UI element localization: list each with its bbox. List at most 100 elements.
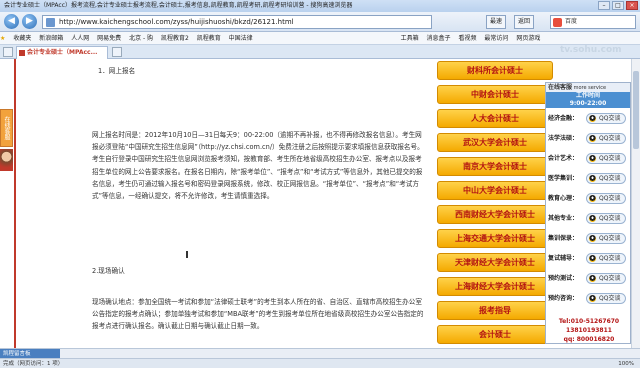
qq-chat-button[interactable]: QQ交谈	[586, 133, 626, 144]
link-button[interactable]: 上海财经大学会计硕士	[437, 277, 553, 296]
service-row: 教育心理： QQ交谈	[548, 192, 630, 205]
forward-arrow-icon[interactable]: ▶	[22, 14, 37, 29]
online-service-badge[interactable]: 在线客服	[0, 109, 13, 147]
fav-item[interactable]: 网易免费	[97, 32, 121, 44]
tab-active[interactable]: 会计专业硕士（MPAcc...	[16, 46, 108, 59]
link-button[interactable]: 天津财经大学会计硕士	[437, 253, 553, 272]
tab-bar: 会计专业硕士（MPAcc...	[0, 45, 640, 59]
baidu-icon	[553, 18, 562, 27]
fav-item[interactable]: 看视频	[458, 32, 476, 44]
tab-list-icon[interactable]	[3, 47, 13, 57]
fav-item[interactable]: 凯程教育	[197, 32, 221, 44]
speed-button[interactable]: 最速	[486, 15, 507, 29]
contact-info: Tel:010-51267670 13810193811 qq: 8000168…	[548, 317, 630, 344]
link-button[interactable]: 中山大学会计硕士	[437, 181, 553, 200]
tab-label: 会计专业硕士（MPAcc...	[27, 49, 98, 56]
search-input[interactable]: 百度	[550, 15, 636, 29]
minimize-icon[interactable]: –	[598, 1, 610, 10]
window-controls: – □ ×	[598, 1, 638, 10]
address-url: http://www.kaichengschool.com/zyss/huiji…	[59, 18, 294, 26]
left-border	[14, 59, 16, 348]
link-button[interactable]: 武汉大学会计硕士	[437, 133, 553, 152]
link-button[interactable]: 报考指导	[437, 301, 553, 320]
favorites-bar: ★ 收藏夹 新浪邮箱 人人网 网易免费 北京 - 购 凯程教育2 凯程教育 中国…	[0, 32, 640, 45]
fav-item[interactable]: 最常访问	[484, 32, 508, 44]
service-header: 在线客服 more service	[546, 83, 630, 92]
fav-item[interactable]: 凯程教育2	[161, 32, 189, 44]
row-label: 集训保录：	[548, 235, 579, 242]
link-button[interactable]: 会计硕士	[437, 325, 553, 344]
star-icon: ★	[0, 35, 6, 42]
qq-chat-button[interactable]: QQ交谈	[586, 213, 626, 224]
service-row: 会计艺术： QQ交谈	[548, 152, 630, 165]
fav-item[interactable]: 工具箱	[401, 32, 419, 44]
qq-chat-button[interactable]: QQ交谈	[586, 113, 626, 124]
bottom-panel-bar: 凯程留言板	[0, 348, 640, 359]
watermark: tv.sohu.com	[560, 45, 622, 55]
window-titlebar: 会计专业硕士（MPAcc）报考流程,会计专业硕士报考流程,会计硕士,报考信息,凯…	[0, 0, 640, 12]
fav-item[interactable]: 新浪邮箱	[39, 32, 63, 44]
qq-chat-button[interactable]: QQ交谈	[586, 193, 626, 204]
link-button[interactable]: 南京大学会计硕士	[437, 157, 553, 176]
qq-chat-button[interactable]: QQ交谈	[586, 273, 626, 284]
fav-item[interactable]: 消息盒子	[427, 32, 451, 44]
contact-phone: 13810193811	[566, 327, 612, 334]
service-subtitle: more service	[573, 85, 607, 91]
service-row: 医学集训： QQ交谈	[548, 172, 630, 185]
service-row: 集训保录： QQ交谈	[548, 232, 630, 245]
search-placeholder: 百度	[565, 18, 578, 25]
row-label: 经济金融：	[548, 115, 579, 122]
back-arrow-icon[interactable]: ◀	[4, 14, 19, 29]
row-label: 医学集训：	[548, 175, 579, 182]
service-row: 经济金融： QQ交谈	[548, 112, 630, 125]
link-button[interactable]: 人大会计硕士	[437, 109, 553, 128]
return-button[interactable]: 返回	[514, 15, 535, 29]
close-window-icon[interactable]: ×	[626, 1, 638, 10]
fav-item[interactable]: 北京 - 购	[129, 32, 153, 44]
link-button[interactable]: 中财会计硕士	[437, 85, 553, 104]
service-row: 预约测试： QQ交谈	[548, 272, 630, 285]
row-label: 教育心理：	[548, 195, 579, 202]
new-tab-icon[interactable]	[112, 47, 122, 57]
scrollbar-thumb[interactable]	[633, 71, 639, 149]
qq-chat-button[interactable]: QQ交谈	[586, 293, 626, 304]
link-button[interactable]: 西南财经大学会计硕士	[437, 205, 553, 224]
link-button[interactable]: 财科所会计硕士	[437, 61, 553, 80]
qq-chat-button[interactable]: QQ交谈	[586, 153, 626, 164]
section-body: 网上报名时间是：2012年10月10日—31日每天9：00-22:00（逾期不再…	[92, 131, 424, 201]
service-row: 复试辅导： QQ交谈	[548, 252, 630, 265]
qq-chat-button[interactable]: QQ交谈	[586, 253, 626, 264]
section-heading: 1．网上报名	[98, 67, 136, 75]
window-title: 会计专业硕士（MPAcc）报考流程,会计专业硕士报考流程,会计硕士,报考信息,凯…	[4, 2, 353, 9]
vertical-scrollbar[interactable]	[631, 59, 640, 348]
text-cursor	[186, 251, 188, 258]
navigation-bar: ◀ ▶ http://www.kaichengschool.com/zyss/h…	[0, 12, 640, 32]
page-content: 在线客服 1．网上报名 网上报名时间是：2012年10月10日—31日每天9：0…	[0, 59, 640, 348]
row-label: 会计艺术：	[548, 155, 579, 162]
fav-item[interactable]: 网页游戏	[516, 32, 540, 44]
qq-chat-button[interactable]: QQ交谈	[586, 233, 626, 244]
online-service-panel: 在线客服 more service 工作时间 9:00-22:00 经济金融： Q…	[545, 82, 631, 344]
service-title: 在线客服	[548, 84, 573, 91]
hours-value: 9:00-22:00	[569, 100, 607, 107]
fav-item[interactable]: 中国法律	[229, 32, 253, 44]
contact-qq: qq: 800016820	[563, 336, 615, 343]
agent-avatar[interactable]	[0, 149, 13, 171]
link-button[interactable]: 上海交通大学会计硕士	[437, 229, 553, 248]
row-label: 法学法硕：	[548, 135, 579, 142]
row-label: 其他专业：	[548, 215, 579, 222]
qq-chat-button[interactable]: QQ交谈	[586, 173, 626, 184]
hours-label: 工作时间	[575, 92, 600, 99]
maximize-icon[interactable]: □	[612, 1, 624, 10]
status-text: 完成（网页访问：1 项）	[3, 361, 64, 367]
service-hours: 工作时间 9:00-22:00	[546, 92, 630, 108]
page-icon	[46, 18, 55, 27]
fav-item[interactable]: 收藏夹	[13, 32, 31, 44]
status-bar: 完成（网页访问：1 项） 100%	[0, 358, 640, 368]
service-row: 预约咨询： QQ交谈	[548, 292, 630, 305]
service-row: 其他专业： QQ交谈	[548, 212, 630, 225]
contact-tel: Tel:010-51267670	[558, 318, 620, 325]
section-body: 现场确认地点：参加全国统一考试和参加“法律硕士联考”的考生到本人所在的省、自治区…	[92, 298, 424, 331]
fav-item[interactable]: 人人网	[71, 32, 89, 44]
address-bar[interactable]: http://www.kaichengschool.com/zyss/huiji…	[42, 15, 432, 29]
